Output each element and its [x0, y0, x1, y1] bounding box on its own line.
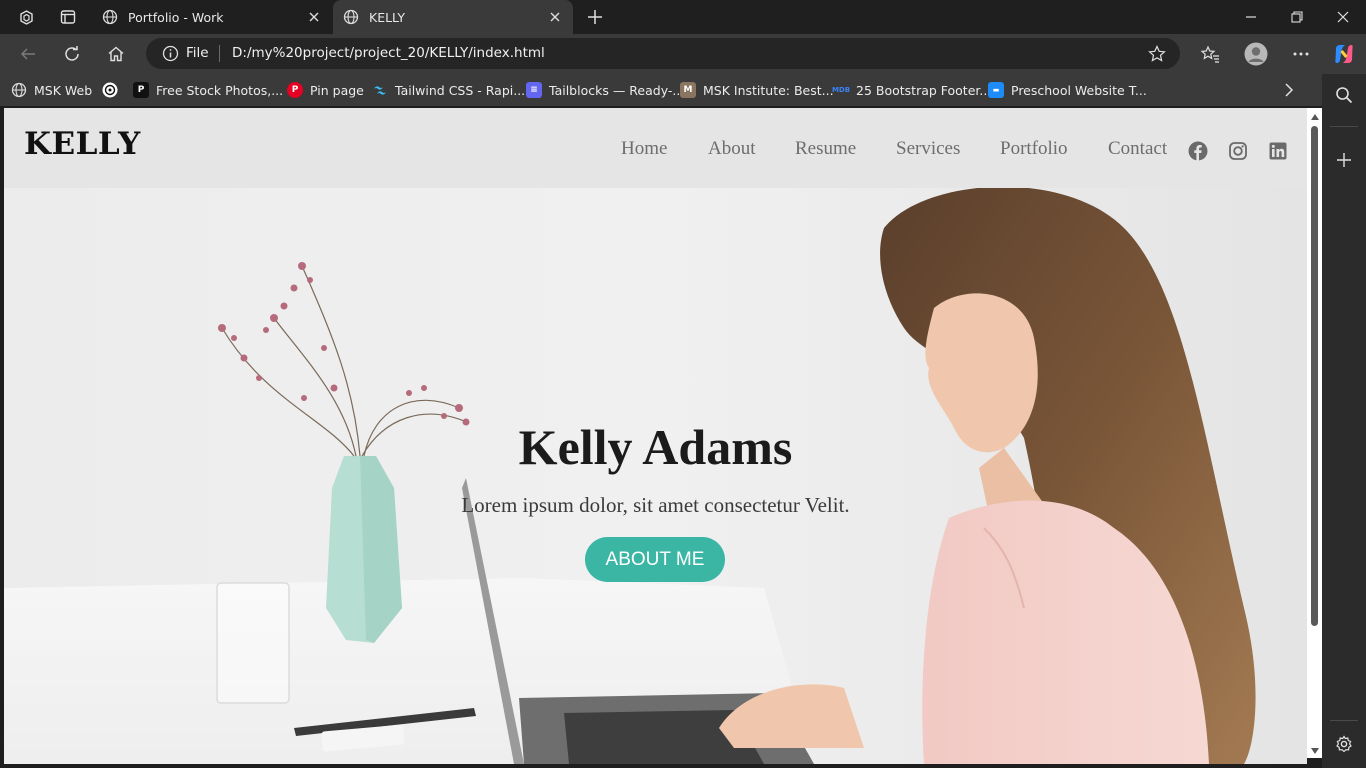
bookmark-label: Tailblocks — Ready-...	[549, 82, 685, 98]
close-tab-icon[interactable]	[547, 9, 563, 25]
nav-portfolio[interactable]: Portfolio	[1000, 138, 1068, 160]
nav-contact[interactable]: Contact	[1108, 138, 1167, 160]
hero-photo	[4, 188, 1256, 764]
scheme-label: File	[186, 45, 209, 61]
bookmark-label: Pin page	[310, 82, 364, 98]
tailwind-icon	[372, 82, 388, 98]
tab-actions-icon[interactable]	[57, 6, 79, 28]
globe-icon	[102, 9, 118, 25]
bookmark-tailblocks[interactable]: ≡ Tailblocks — Ready-...	[526, 81, 684, 99]
add-icon[interactable]	[1333, 149, 1355, 171]
favorites-icon[interactable]	[1196, 40, 1224, 68]
tab-title: KELLY	[369, 9, 405, 25]
favorite-star-icon[interactable]	[1148, 45, 1166, 67]
facebook-icon[interactable]	[1188, 141, 1208, 161]
hero-subtitle: Lorem ipsum dolor, sit amet consectetur …	[461, 493, 850, 517]
bookmark-pin-page[interactable]: P Pin page	[287, 81, 364, 99]
omnibox-divider	[219, 45, 220, 62]
back-button[interactable]	[14, 40, 42, 68]
site-navbar: KELLY Home About Resume Services Portfol…	[4, 108, 1307, 188]
bookmark-label: MSK Web	[34, 82, 93, 98]
bookmark-bootstrap-footer[interactable]: MDB 25 Bootstrap Footer...	[831, 81, 992, 99]
tab-kelly[interactable]: KELLY	[333, 0, 573, 34]
hero-title: Kelly Adams	[518, 419, 793, 475]
browser-toolbar: File D:/my%20project/project_20/KELLY/in…	[0, 34, 1366, 74]
minimize-button[interactable]	[1228, 0, 1274, 34]
sidebar-divider	[1330, 720, 1358, 721]
scroll-down-arrow-icon[interactable]	[1311, 748, 1319, 754]
bookmark-tailwind[interactable]: Tailwind CSS - Rapi...	[372, 81, 525, 99]
about-me-button[interactable]: ABOUT ME	[585, 537, 725, 582]
hero-section	[4, 188, 1307, 764]
bookmarks-bar: MSK Web P Free Stock Photos,... P Pin pa…	[0, 74, 1366, 106]
bookmark-msk-institute[interactable]: M MSK Institute: Best...	[680, 81, 834, 99]
bookmark-msk-web[interactable]: MSK Web	[11, 81, 92, 99]
profile-avatar[interactable]	[1242, 40, 1270, 68]
instagram-icon[interactable]	[1228, 141, 1248, 161]
close-window-button[interactable]	[1320, 0, 1366, 34]
nav-home[interactable]: Home	[621, 138, 667, 160]
tab-strip: Portfolio - Work KELLY	[0, 0, 1366, 34]
site-brand[interactable]: KELLY	[24, 126, 141, 162]
openai-icon	[102, 82, 118, 98]
bookmark-free-stock-photos[interactable]: P Free Stock Photos,...	[133, 81, 283, 99]
pinterest-icon: P	[287, 82, 303, 98]
nav-resume[interactable]: Resume	[795, 138, 856, 160]
pexels-icon: P	[133, 82, 149, 98]
page-viewport: KELLY Home About Resume Services Portfol…	[4, 108, 1307, 764]
tab-title: Portfolio - Work	[128, 9, 224, 25]
address-bar[interactable]: File D:/my%20project/project_20/KELLY/in…	[146, 38, 1180, 69]
url-text[interactable]: D:/my%20project/project_20/KELLY/index.h…	[232, 45, 545, 61]
bookmark-label: MSK Institute: Best...	[703, 82, 834, 98]
scroll-thumb[interactable]	[1311, 126, 1318, 626]
preschool-icon: ▬	[988, 82, 1004, 98]
new-tab-button[interactable]	[584, 6, 606, 28]
more-options-icon[interactable]	[1287, 40, 1315, 68]
copilot-icon[interactable]	[1330, 40, 1358, 68]
tab-portfolio-work[interactable]: Portfolio - Work	[92, 0, 332, 34]
sidebar-divider	[1330, 126, 1358, 127]
edge-sidebar	[1322, 74, 1366, 768]
refresh-button[interactable]	[58, 40, 86, 68]
restore-button[interactable]	[1274, 0, 1320, 34]
bookmark-openai[interactable]	[102, 81, 125, 99]
scroll-up-arrow-icon[interactable]	[1311, 114, 1319, 120]
nav-about[interactable]: About	[708, 138, 756, 160]
globe-icon	[343, 9, 359, 25]
window-bottom-edge	[0, 764, 1322, 768]
bookmark-label: Tailwind CSS - Rapi...	[395, 82, 526, 98]
close-tab-icon[interactable]	[306, 9, 322, 25]
search-icon[interactable]	[1333, 84, 1355, 106]
gear-icon[interactable]	[1333, 733, 1355, 755]
chevron-right-icon[interactable]	[1284, 82, 1294, 101]
mdb-icon: MDB	[831, 86, 851, 94]
bookmark-label: Free Stock Photos,...	[156, 82, 284, 98]
msk-institute-icon: M	[680, 82, 696, 98]
bookmark-label: Preschool Website T...	[1011, 82, 1147, 98]
globe-icon	[11, 82, 27, 98]
linkedin-icon[interactable]	[1268, 141, 1288, 161]
tailblocks-icon: ≡	[526, 82, 542, 98]
workspaces-icon[interactable]	[15, 6, 37, 28]
home-button[interactable]	[102, 40, 130, 68]
page-scrollbar[interactable]	[1307, 108, 1322, 758]
bookmark-preschool[interactable]: ▬ Preschool Website T...	[988, 81, 1147, 99]
nav-services[interactable]: Services	[896, 138, 960, 160]
bookmark-label: 25 Bootstrap Footer...	[856, 82, 992, 98]
site-info-icon[interactable]	[162, 45, 179, 66]
